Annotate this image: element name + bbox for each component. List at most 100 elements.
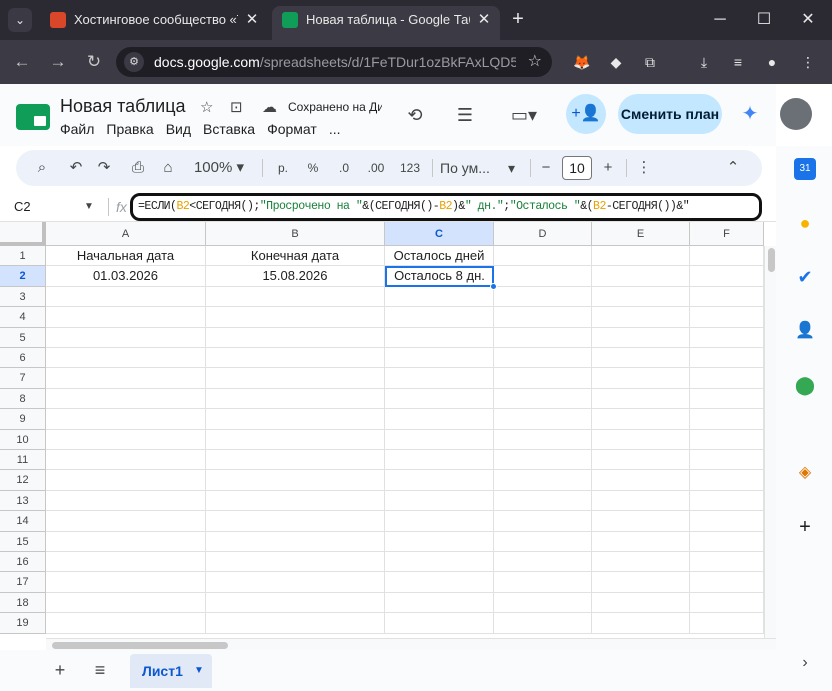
cell-d12[interactable]	[494, 470, 592, 491]
menu-edit[interactable]: Правка	[106, 121, 153, 137]
column-header-a[interactable]: A	[46, 222, 206, 246]
cell-d5[interactable]	[494, 327, 592, 348]
cell-e18[interactable]	[592, 592, 690, 614]
comments-icon[interactable]: ☰	[452, 102, 478, 128]
row-header-16[interactable]: 16	[0, 552, 46, 573]
row-header-19[interactable]: 19	[0, 613, 46, 634]
column-header-e[interactable]: E	[592, 222, 690, 246]
column-header-c[interactable]: C	[385, 222, 494, 246]
cell-f16[interactable]	[690, 552, 764, 573]
decrease-decimals-button[interactable]: .0	[332, 156, 356, 180]
cell-e15[interactable]	[592, 531, 690, 552]
cell-c8[interactable]	[385, 388, 494, 410]
tasks-icon[interactable]: ✔	[794, 266, 816, 288]
cell-f11[interactable]	[690, 450, 764, 471]
row-header-15[interactable]: 15	[0, 531, 46, 552]
cell-f14[interactable]	[690, 511, 764, 532]
cell-b17[interactable]	[206, 572, 385, 593]
row-header-5[interactable]: 5	[0, 327, 46, 348]
row-header-9[interactable]: 9	[0, 409, 46, 430]
cell-c16[interactable]	[385, 552, 494, 573]
increase-font-size-icon[interactable]: +	[598, 156, 618, 180]
cell-d3[interactable]	[494, 286, 592, 308]
keep-icon[interactable]: ●	[794, 212, 816, 234]
change-plan-button[interactable]: Сменить план	[618, 94, 722, 134]
row-header-6[interactable]: 6	[0, 348, 46, 369]
add-sheet-button[interactable]: +	[48, 658, 72, 682]
cell-e1[interactable]	[592, 246, 690, 267]
cell-d13[interactable]	[494, 490, 592, 512]
cell-b4[interactable]	[206, 307, 385, 328]
cell-d1[interactable]	[494, 246, 592, 267]
cell-b15[interactable]	[206, 531, 385, 552]
cell-e17[interactable]	[592, 572, 690, 593]
cell-a8[interactable]	[46, 388, 206, 410]
new-tab-button[interactable]: +	[506, 8, 530, 32]
cell-a3[interactable]	[46, 286, 206, 308]
cell-a1[interactable]: Начальная дата	[46, 246, 206, 267]
cell-b10[interactable]	[206, 429, 385, 450]
paint-format-icon[interactable]: ⌂	[156, 156, 180, 180]
cell-e6[interactable]	[592, 348, 690, 369]
increase-decimals-button[interactable]: .00	[362, 156, 390, 180]
cloud-saved-icon[interactable]: ☁	[262, 98, 277, 116]
cell-d11[interactable]	[494, 450, 592, 471]
vertical-scrollbar[interactable]	[764, 246, 776, 638]
sheets-logo-icon[interactable]	[16, 104, 50, 130]
column-header-f[interactable]: F	[690, 222, 764, 246]
cell-f4[interactable]	[690, 307, 764, 328]
row-header-2[interactable]: 2	[0, 266, 46, 287]
browser-tab-2-active[interactable]: Новая таблица - Google Табли ✕	[272, 6, 500, 40]
cell-d2[interactable]	[494, 266, 592, 287]
cell-a4[interactable]	[46, 307, 206, 328]
cell-d9[interactable]	[494, 409, 592, 430]
cell-a14[interactable]	[46, 511, 206, 532]
menu-insert[interactable]: Вставка	[203, 121, 255, 137]
cell-a18[interactable]	[46, 592, 206, 614]
cell-a12[interactable]	[46, 470, 206, 491]
column-header-b[interactable]: B	[206, 222, 385, 246]
cell-b8[interactable]	[206, 388, 385, 410]
cell-b12[interactable]	[206, 470, 385, 491]
cell-d18[interactable]	[494, 592, 592, 614]
cell-f17[interactable]	[690, 572, 764, 593]
cell-b13[interactable]	[206, 490, 385, 512]
show-side-panel-icon[interactable]: ›	[794, 652, 816, 674]
maps-icon[interactable]: ⬤	[794, 374, 816, 396]
cell-e3[interactable]	[592, 286, 690, 308]
omnibox[interactable]: ⚙ docs.google.com/spreadsheets/d/1FeTDur…	[116, 47, 552, 77]
cell-d8[interactable]	[494, 388, 592, 410]
cell-d16[interactable]	[494, 552, 592, 573]
close-icon[interactable]: ✕	[244, 6, 260, 34]
forward-icon[interactable]: →	[46, 50, 70, 74]
cell-a19[interactable]	[46, 613, 206, 634]
print-icon[interactable]: ⎙	[126, 156, 150, 180]
cell-c7[interactable]	[385, 368, 494, 389]
horizontal-scroll-thumb[interactable]	[52, 642, 228, 649]
spreadsheet-grid[interactable]: A B C D E F 1 Начальная дата Конечная дата Остало…	[0, 222, 776, 638]
cell-b9[interactable]	[206, 409, 385, 430]
cell-c13[interactable]	[385, 490, 494, 512]
cell-b1[interactable]: Конечная дата	[206, 246, 385, 267]
cell-c15[interactable]	[385, 531, 494, 552]
cell-a17[interactable]	[46, 572, 206, 593]
download-icon[interactable]: ⤓	[694, 52, 714, 72]
chevron-down-icon[interactable]: ▼	[194, 654, 204, 688]
cell-c4[interactable]	[385, 307, 494, 328]
star-icon[interactable]: ☆	[200, 98, 213, 116]
minimize-button[interactable]: ─	[702, 6, 738, 34]
cell-a6[interactable]	[46, 348, 206, 369]
search-menus-icon[interactable]: ⌕	[30, 156, 54, 180]
cell-f1[interactable]	[690, 246, 764, 267]
cell-d6[interactable]	[494, 348, 592, 369]
calendar-icon[interactable]: 31	[794, 158, 816, 180]
cell-e9[interactable]	[592, 409, 690, 430]
cell-c3[interactable]	[385, 286, 494, 308]
cell-d17[interactable]	[494, 572, 592, 593]
menu-view[interactable]: Вид	[166, 121, 191, 137]
version-history-icon[interactable]: ⟲	[402, 102, 428, 128]
cell-a5[interactable]	[46, 327, 206, 348]
cell-b6[interactable]	[206, 348, 385, 369]
collapse-toolbar-icon[interactable]: ⌃	[722, 156, 744, 180]
cell-a11[interactable]	[46, 450, 206, 471]
